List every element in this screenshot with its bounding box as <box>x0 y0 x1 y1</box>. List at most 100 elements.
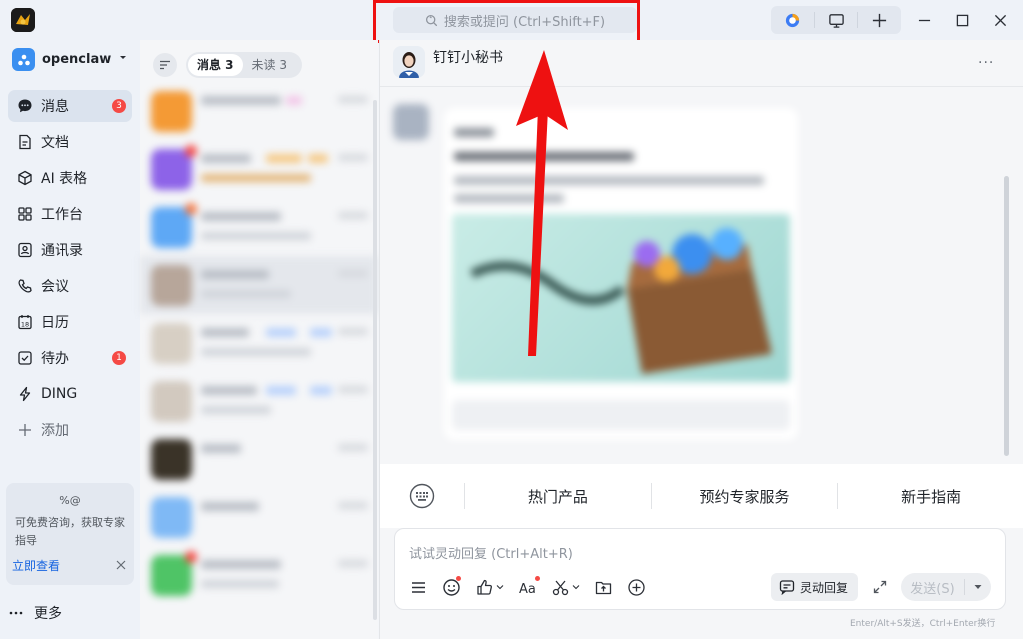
conversation-time-redacted <box>338 212 368 219</box>
conversation-list-scrollbar[interactable] <box>373 100 377 620</box>
more-dots-icon <box>9 611 23 615</box>
conversation-tag <box>310 328 332 337</box>
screen-share-button[interactable] <box>815 6 858 34</box>
screenshot-button[interactable] <box>551 576 580 598</box>
ai-assistant-button[interactable] <box>771 6 814 34</box>
nav-item-calendar[interactable]: 18 日历 <box>8 306 132 338</box>
plus-icon <box>873 13 887 27</box>
nav-item-meeting[interactable]: 会议 <box>8 270 132 302</box>
quick-actions-bar: 热门产品 预约专家服务 新手指南 <box>380 464 1023 528</box>
quick-action-guide[interactable]: 新手指南 <box>838 486 1023 507</box>
smart-reply-button[interactable]: 灵动回复 <box>771 573 859 601</box>
message-icon <box>18 99 32 113</box>
contacts-icon <box>18 242 32 258</box>
conversation-time-redacted <box>338 560 368 567</box>
svg-text:Aa: Aa <box>519 582 536 597</box>
upload-file-button[interactable] <box>594 576 613 598</box>
global-search-input[interactable]: 搜索或提问 (Ctrl+Shift+F) <box>393 7 637 33</box>
chat-header: 钉钉小秘书 ··· <box>380 40 1023 87</box>
title-bar: 搜索或提问 (Ctrl+Shift+F) <box>0 0 1023 43</box>
card-text-redacted <box>454 176 764 185</box>
more-tools-button[interactable] <box>627 576 646 598</box>
nav-label: 添加 <box>41 423 69 439</box>
chat-panel: 钉钉小秘书 ··· 热门产品 预约专家服务 新手指南 试试灵动回复 (Ctrl+… <box>379 40 1023 639</box>
card-text-redacted <box>454 194 564 203</box>
conversation-list: 消息 3 未读 3 <box>140 40 378 639</box>
nav-item-todo[interactable]: 待办 1 <box>8 342 132 374</box>
nav-item-docs[interactable]: 文档 <box>8 126 132 158</box>
quick-menu-button[interactable] <box>409 576 428 598</box>
send-button[interactable]: 发送(S) <box>901 578 964 597</box>
left-navigation: openclaw 消息 3 文档 AI 表格 工作台 通讯录 会议 18 日历 … <box>0 40 140 639</box>
org-switcher[interactable]: openclaw <box>12 48 111 71</box>
caret-down-icon[interactable] <box>118 52 128 62</box>
keyboard-icon <box>409 483 435 509</box>
nav-item-messages[interactable]: 消息 3 <box>8 90 132 122</box>
todo-badge: 1 <box>112 351 126 365</box>
conversation-tag <box>308 154 328 163</box>
notification-dot <box>456 576 461 581</box>
menu-keyboard-button[interactable] <box>380 483 464 509</box>
conversation-item[interactable] <box>140 546 378 604</box>
tab-unread[interactable]: 未读 3 <box>243 54 296 76</box>
tab-messages[interactable]: 消息 3 <box>188 54 243 76</box>
like-button[interactable] <box>475 576 504 598</box>
phone-icon <box>18 279 32 293</box>
nav-item-workbench[interactable]: 工作台 <box>8 198 132 230</box>
close-window-button[interactable] <box>989 9 1011 31</box>
conversation-item[interactable] <box>140 430 378 488</box>
monitor-icon <box>828 13 844 28</box>
avatar[interactable] <box>393 46 425 78</box>
nav-more-button[interactable]: 更多 <box>8 603 62 623</box>
org-avatar-icon <box>12 48 35 71</box>
conversation-title-redacted <box>201 212 281 221</box>
conversation-item[interactable] <box>140 488 378 546</box>
expand-icon[interactable] <box>873 580 887 594</box>
chat-scrollbar[interactable] <box>1004 176 1009 456</box>
maximize-button[interactable] <box>951 9 973 31</box>
conversation-item[interactable] <box>140 372 378 430</box>
create-new-button[interactable] <box>858 6 901 34</box>
scissors-icon <box>552 580 569 595</box>
conversation-title-redacted <box>201 270 269 279</box>
conversation-preview-redacted <box>201 290 291 298</box>
smart-reply-label: 灵动回复 <box>800 580 849 595</box>
message-input[interactable]: 试试灵动回复 (Ctrl+Alt+R) <box>409 543 573 562</box>
send-options-button[interactable] <box>965 582 991 592</box>
conversation-item[interactable] <box>140 82 378 140</box>
chat-more-button[interactable]: ··· <box>978 55 994 71</box>
conversation-title-redacted <box>201 444 241 453</box>
app-logo-icon[interactable] <box>11 8 35 32</box>
nav-item-ai-table[interactable]: AI 表格 <box>8 162 132 194</box>
nav-item-ding[interactable]: DING <box>8 378 132 410</box>
nav-item-contacts[interactable]: 通讯录 <box>8 234 132 266</box>
conversation-time-redacted <box>338 328 368 335</box>
conversation-item[interactable] <box>140 314 378 372</box>
message-area <box>380 88 1023 464</box>
filter-button[interactable] <box>153 53 177 77</box>
conversation-item[interactable] <box>140 140 378 198</box>
quick-action-hot-products[interactable]: 热门产品 <box>465 486 651 507</box>
nav-label: 工作台 <box>41 207 83 223</box>
conversation-preview-redacted <box>201 580 279 588</box>
text-format-button[interactable]: Aa <box>518 576 540 598</box>
conversation-item-selected[interactable] <box>140 256 378 314</box>
font-icon: Aa <box>519 582 536 597</box>
chat-title: 钉钉小秘书 <box>433 50 503 66</box>
emoji-button[interactable] <box>442 576 461 598</box>
quick-action-book-expert[interactable]: 预约专家服务 <box>652 486 838 507</box>
avatar <box>151 265 192 306</box>
close-icon[interactable] <box>116 560 126 570</box>
card-action-button[interactable] <box>452 400 790 430</box>
menu-lines-icon <box>412 581 425 593</box>
avatar <box>151 439 192 480</box>
nav-item-add[interactable]: 添加 <box>8 414 132 446</box>
chevron-down-icon <box>496 585 504 590</box>
calendar-icon: 18 <box>18 315 32 330</box>
ai-assistant-icon <box>785 13 799 27</box>
promo-link[interactable]: 立即查看 <box>12 557 60 574</box>
conversation-item[interactable] <box>140 198 378 256</box>
minimize-button[interactable] <box>913 9 935 31</box>
checkbox-icon <box>18 351 32 365</box>
conversation-time-redacted <box>338 96 368 103</box>
